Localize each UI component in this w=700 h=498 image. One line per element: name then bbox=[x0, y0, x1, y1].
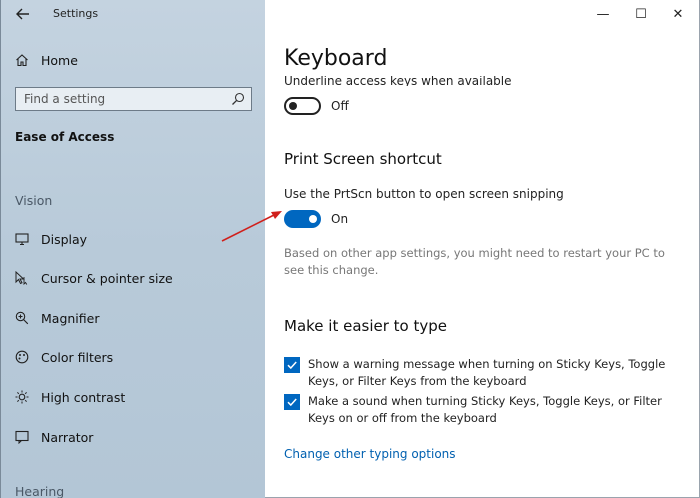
sidebar-item-label: Home bbox=[41, 52, 78, 68]
underline-access-keys-label: Underline access keys when available bbox=[284, 76, 512, 86]
home-icon bbox=[16, 54, 28, 67]
toggle-state-label: On bbox=[331, 212, 349, 226]
checkbox[interactable] bbox=[284, 357, 300, 373]
toggle-state-label: Off bbox=[331, 99, 349, 113]
sidebar-item-label: Cursor & pointer size bbox=[41, 270, 173, 286]
title-bar-left: Settings bbox=[1, 0, 266, 28]
checkbox-label: Make a sound when turning Sticky Keys, T… bbox=[308, 394, 662, 425]
narrator-icon bbox=[15, 430, 29, 444]
sidebar-item-narrator[interactable]: Narrator bbox=[15, 427, 255, 447]
underline-access-keys-toggle[interactable] bbox=[284, 97, 321, 115]
easier-to-type-heading: Make it easier to type bbox=[284, 317, 448, 335]
sidebar-item-label: Color filters bbox=[41, 349, 114, 365]
checkbox-label: Show a warning message when turning on S… bbox=[308, 357, 666, 388]
sidebar-item-color-filters[interactable]: Color filters bbox=[15, 347, 255, 367]
high-contrast-icon bbox=[15, 390, 29, 404]
prtscn-toggle[interactable] bbox=[284, 210, 321, 228]
sticky-keys-sound-option[interactable]: Make a sound when turning Sticky Keys, T… bbox=[284, 393, 684, 427]
minimize-button[interactable]: — bbox=[588, 5, 618, 23]
cursor-icon bbox=[15, 271, 28, 285]
maximize-button[interactable]: ☐ bbox=[626, 5, 656, 23]
close-button[interactable]: ✕ bbox=[663, 5, 693, 23]
print-screen-heading: Print Screen shortcut bbox=[284, 150, 442, 168]
restart-note: Based on other app settings, you might n… bbox=[284, 246, 665, 277]
main-content: — ☐ ✕ Keyboard Underline access keys whe… bbox=[265, 0, 700, 498]
search-input[interactable] bbox=[16, 88, 231, 110]
sidebar-item-label: Narrator bbox=[41, 429, 94, 445]
group-label-vision: Vision bbox=[15, 193, 53, 208]
display-icon bbox=[15, 233, 29, 246]
prtscn-setting-label: Use the PrtScn button to open screen sni… bbox=[284, 187, 564, 201]
toggle-knob bbox=[289, 102, 297, 110]
sidebar-item-magnifier[interactable]: Magnifier bbox=[15, 308, 255, 328]
page-title: Keyboard bbox=[284, 46, 388, 71]
sticky-keys-warning-option[interactable]: Show a warning message when turning on S… bbox=[284, 356, 684, 390]
change-typing-options-link[interactable]: Change other typing options bbox=[284, 447, 456, 461]
sidebar: Settings Home Ease of Access Vision Disp… bbox=[0, 0, 265, 498]
checkmark-icon bbox=[287, 361, 297, 370]
sidebar-item-label: High contrast bbox=[41, 389, 126, 405]
color-filters-icon bbox=[15, 350, 29, 364]
magnifier-icon bbox=[15, 311, 29, 325]
checkbox[interactable] bbox=[284, 394, 300, 410]
checkmark-icon bbox=[287, 398, 297, 407]
sidebar-item-home[interactable]: Home bbox=[15, 50, 78, 70]
sidebar-item-label: Magnifier bbox=[41, 310, 100, 326]
annotation-arrow-icon bbox=[221, 211, 282, 242]
back-arrow-icon[interactable] bbox=[14, 5, 32, 23]
search-icon[interactable] bbox=[231, 92, 245, 106]
sidebar-item-label: Display bbox=[41, 231, 88, 247]
sidebar-item-cursor[interactable]: Cursor & pointer size bbox=[15, 268, 255, 288]
sidebar-item-display[interactable]: Display bbox=[15, 229, 255, 249]
app-title: Settings bbox=[53, 7, 99, 20]
search-box[interactable] bbox=[15, 87, 252, 111]
toggle-knob bbox=[309, 215, 317, 223]
section-title: Ease of Access bbox=[15, 130, 115, 144]
group-label-hearing: Hearing bbox=[15, 484, 65, 498]
sidebar-item-high-contrast[interactable]: High contrast bbox=[15, 387, 255, 407]
